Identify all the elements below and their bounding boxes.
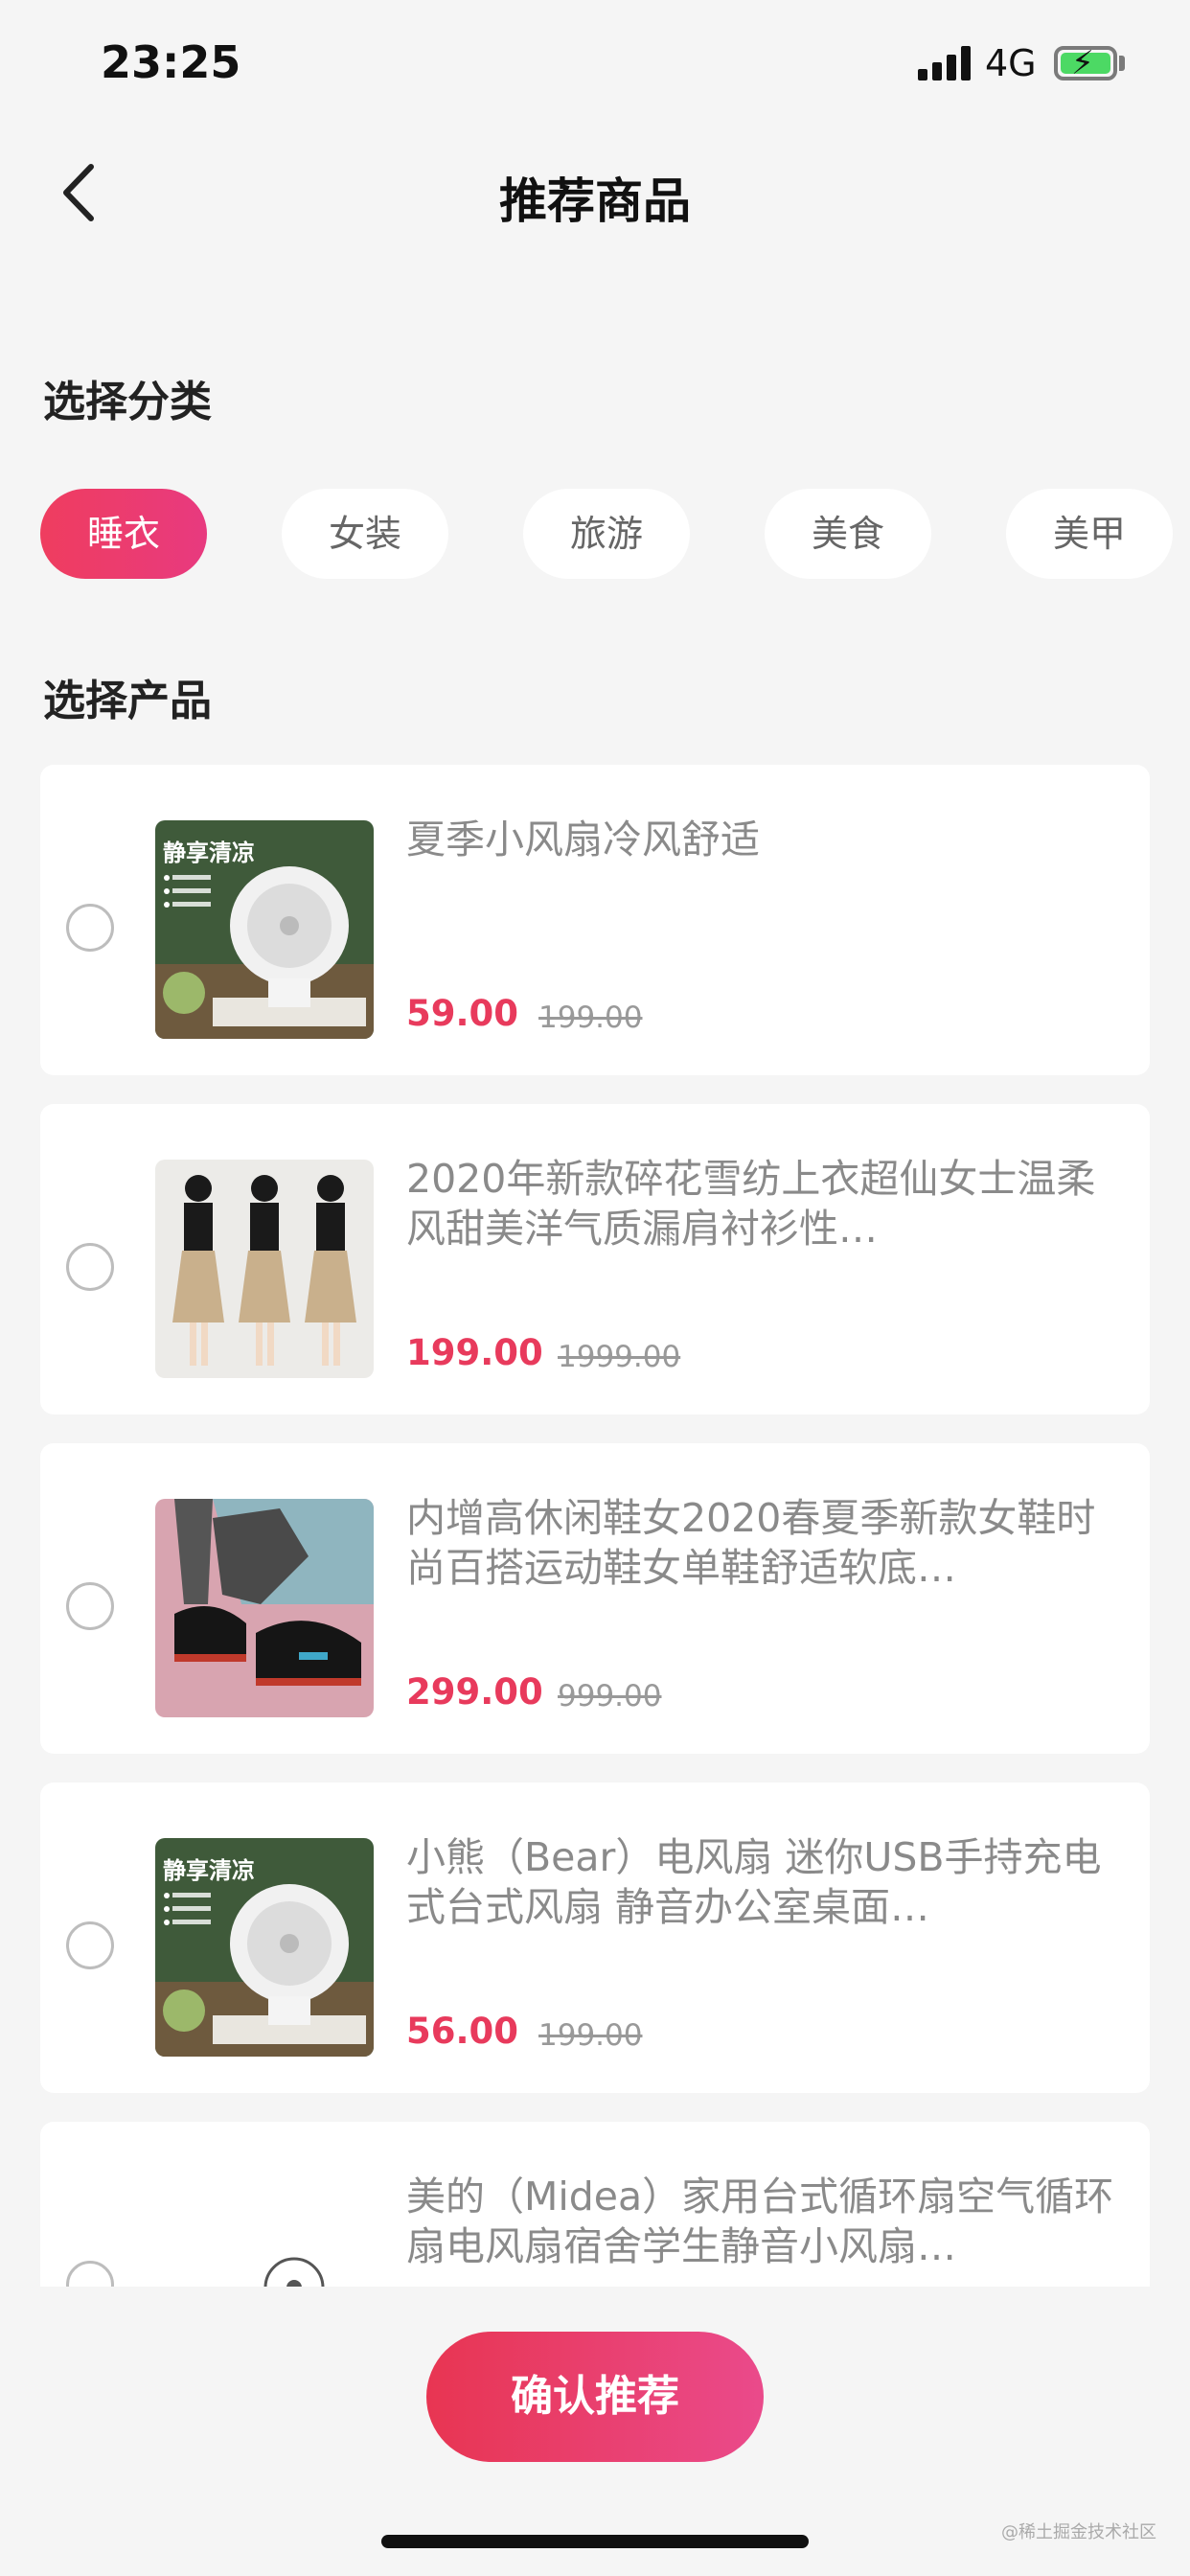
product-title: 小熊（Bear）电风扇 迷你USB手持充电式台式风扇 静音办公室桌面… [406, 1834, 1102, 1930]
desk-fan-image: 静享清凉 [155, 1838, 374, 2057]
product-price: 59.00 [406, 993, 519, 1034]
select-radio[interactable] [66, 1582, 114, 1630]
product-card[interactable]: 静享清凉 小熊（Bear）电风扇 迷你USB手持充电式台式风扇 静音办公室桌面…… [40, 1782, 1150, 2093]
product-card[interactable]: 内增高休闲鞋女2020春夏季新款女鞋时尚百搭运动鞋女单鞋舒适软底… 299.00… [40, 1443, 1150, 1754]
select-radio[interactable] [66, 1243, 114, 1291]
dress-models-image [155, 1160, 374, 1378]
category-section-title: 选择分类 [43, 378, 212, 426]
home-indicator[interactable] [381, 2535, 809, 2548]
watermark: @稀土掘金技术社区 [1001, 2522, 1156, 2542]
network-label: 4G [985, 42, 1037, 84]
product-price: 199.00 [406, 1332, 543, 1373]
chip-女装[interactable]: 女装 [282, 489, 448, 579]
confirm-recommend-button[interactable]: 确认推荐 [426, 2332, 764, 2462]
circulator-fan-image [155, 2177, 374, 2287]
original-price: 199.00 [538, 1000, 643, 1035]
original-price: 199.00 [538, 2018, 643, 2053]
chip-美食[interactable]: 美食 [765, 489, 931, 579]
desk-fan-image: 静享清凉 [155, 820, 374, 1039]
chip-美甲[interactable]: 美甲 [1006, 489, 1173, 579]
thumb-caption: 静享清凉 [163, 1857, 255, 1884]
sneakers-image [155, 1499, 374, 1717]
product-price: 56.00 [406, 2011, 519, 2052]
original-price: 1999.00 [558, 1340, 681, 1374]
product-price: 299.00 [406, 1671, 543, 1713]
page-title: 推荐商品 [499, 173, 691, 229]
product-title: 夏季小风扇冷风舒适 [406, 816, 760, 862]
product-list: 静享清凉 夏季小风扇冷风舒适 59.00 199.00 2020年新款碎花雪纺上… [40, 765, 1150, 2287]
select-radio[interactable] [66, 1921, 114, 1969]
battery-tip [1119, 56, 1125, 71]
nav-bar: 推荐商品 [0, 134, 1190, 249]
chip-旅游[interactable]: 旅游 [523, 489, 690, 579]
select-radio[interactable] [66, 904, 114, 952]
select-radio[interactable] [66, 2261, 114, 2287]
signal-icon [918, 46, 972, 80]
product-card[interactable]: 2020年新款碎花雪纺上衣超仙女士温柔风甜美洋气质漏肩衬衫性… 199.00 1… [40, 1104, 1150, 1414]
chip-睡衣[interactable]: 睡衣 [40, 489, 207, 579]
original-price: 999.00 [558, 1679, 662, 1714]
product-card[interactable]: 静享清凉 夏季小风扇冷风舒适 59.00 199.00 [40, 765, 1150, 1075]
product-title: 美的（Midea）家用台式循环扇空气循环扇电风扇宿舍学生静音小风扇… [406, 2174, 1114, 2269]
thumb-caption: 静享清凉 [163, 840, 255, 866]
category-chips: 睡衣 女装 旅游 美食 美甲 [40, 489, 1190, 579]
battery-icon: ⚡ [1054, 44, 1117, 82]
product-title: 内增高休闲鞋女2020春夏季新款女鞋时尚百搭运动鞋女单鞋舒适软底… [406, 1495, 1096, 1591]
product-title: 2020年新款碎花雪纺上衣超仙女士温柔风甜美洋气质漏肩衬衫性… [406, 1156, 1096, 1252]
product-card[interactable]: 美的（Midea）家用台式循环扇空气循环扇电风扇宿舍学生静音小风扇… [40, 2122, 1150, 2287]
product-section-title: 选择产品 [43, 677, 212, 725]
status-bar: 23:25 4G ⚡ [0, 0, 1190, 125]
status-time: 23:25 [101, 36, 241, 88]
